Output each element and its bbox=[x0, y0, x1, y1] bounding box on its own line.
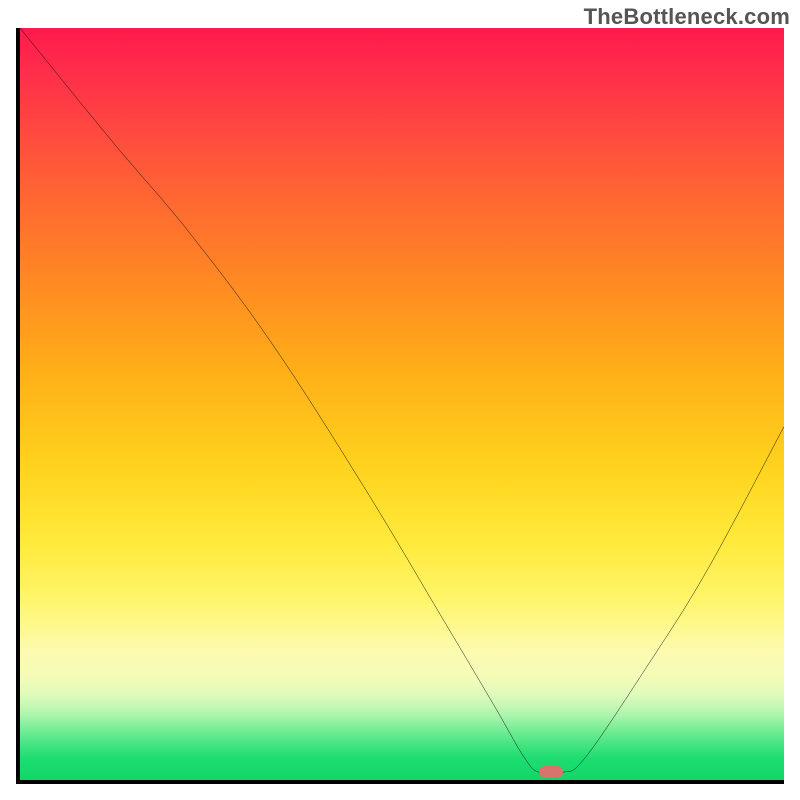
bottleneck-curve bbox=[20, 28, 784, 780]
optimal-point-marker bbox=[539, 766, 563, 778]
watermark-text: TheBottleneck.com bbox=[584, 4, 790, 30]
plot-area bbox=[16, 28, 784, 784]
chart-container: TheBottleneck.com bbox=[0, 0, 800, 800]
